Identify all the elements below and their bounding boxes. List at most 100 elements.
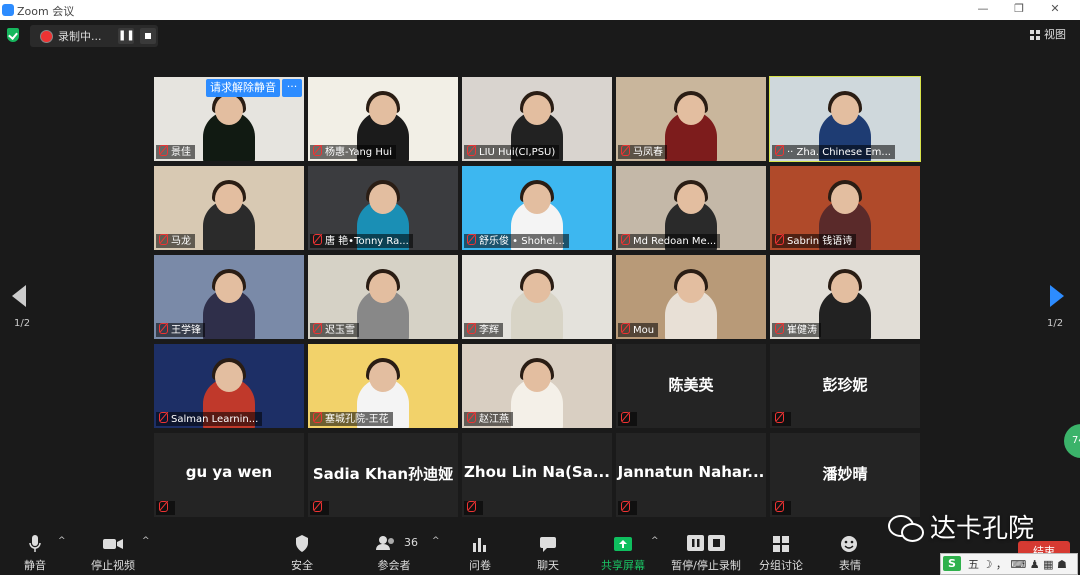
muted-mic-icon: [467, 145, 476, 156]
stop-recording-button[interactable]: [140, 28, 156, 44]
participant-face: [523, 362, 551, 392]
security-button[interactable]: 安全: [288, 534, 316, 573]
shield-icon: [288, 534, 316, 554]
maximize-button[interactable]: ❐: [1008, 1, 1030, 17]
participant-nametag: [772, 412, 791, 426]
participant-face: [523, 184, 551, 214]
pause-recording-button[interactable]: ❚❚: [118, 28, 135, 44]
participant-tile[interactable]: Md Redoan Me...: [616, 166, 766, 250]
muted-mic-icon: [313, 145, 322, 156]
muted-mic-icon: [467, 234, 476, 245]
smiley-icon: [836, 534, 864, 554]
participant-tile[interactable]: 崔健涛: [770, 255, 920, 339]
participant-tile[interactable]: 马龙: [154, 166, 304, 250]
reactions-button[interactable]: 表情: [836, 534, 864, 573]
participant-tile[interactable]: Sadia Khan孙迪娅: [308, 433, 458, 517]
security-label: 安全: [291, 559, 313, 572]
participant-face: [215, 184, 243, 214]
stop-video-button[interactable]: 停止视频: [90, 534, 136, 573]
participant-tile[interactable]: 杨惠-Yang Hui: [308, 77, 458, 161]
participant-tile[interactable]: Zhou Lin Na(Sa...: [462, 433, 612, 517]
participant-tile[interactable]: 陈美英: [616, 344, 766, 428]
muted-mic-icon: [313, 234, 322, 245]
participant-nametag: 崔健涛: [772, 323, 821, 337]
participant-face: [369, 273, 397, 303]
ime-toolbar[interactable]: S 五 ☽ ， ⌨ ♟ ▦ ☗: [940, 553, 1078, 575]
participant-face: [831, 273, 859, 303]
participants-options-caret-icon[interactable]: ^: [432, 536, 440, 546]
participant-name: 马凤春: [633, 147, 663, 158]
muted-mic-icon: [159, 145, 168, 156]
participant-tile[interactable]: 景佳 请求解除静音 ···: [154, 77, 304, 161]
participant-display-name: gu ya wen: [185, 463, 273, 481]
participant-tile[interactable]: Salman Learnin...: [154, 344, 304, 428]
microphone-icon: [20, 534, 50, 554]
polls-button[interactable]: 问卷: [466, 534, 494, 573]
breakout-rooms-button[interactable]: 分组讨论: [758, 534, 804, 573]
recording-indicator: 录制中... ❚❚: [30, 25, 158, 47]
participant-tile[interactable]: Sabrin 钱语诗: [770, 166, 920, 250]
muted-mic-icon: [621, 145, 630, 156]
participant-tile[interactable]: Jannatun Nahar...: [616, 433, 766, 517]
participant-tile[interactable]: 王学锋: [154, 255, 304, 339]
participant-tile[interactable]: 李辉: [462, 255, 612, 339]
participant-tile[interactable]: 塞城孔院-王花: [308, 344, 458, 428]
muted-mic-icon: [467, 501, 476, 512]
participant-face: [831, 184, 859, 214]
audio-options-caret-icon[interactable]: ^: [58, 536, 66, 546]
participants-count: 36: [404, 536, 418, 549]
participant-tile[interactable]: Mou: [616, 255, 766, 339]
share-options-caret-icon[interactable]: ^: [651, 536, 659, 546]
close-button[interactable]: ✕: [1044, 1, 1066, 17]
participant-nametag: [310, 501, 329, 515]
participant-face: [523, 273, 551, 303]
participant-face: [369, 184, 397, 214]
request-unmute-button[interactable]: 请求解除静音: [206, 79, 280, 97]
minimize-button[interactable]: —: [972, 1, 994, 17]
reactions-label: 表情: [839, 559, 861, 572]
video-options-caret-icon[interactable]: ^: [142, 536, 150, 546]
participant-name: 迟玉雪: [325, 325, 355, 336]
participant-name: 景佳: [171, 147, 191, 158]
page-indicator-left: 1/2: [14, 318, 31, 329]
security-shield-icon[interactable]: [7, 28, 19, 42]
record-dot-icon: [40, 30, 53, 43]
muted-mic-icon: [621, 323, 630, 334]
breakout-rooms-icon: [758, 534, 804, 554]
participant-name: 舒乐俊 • Shohel...: [479, 236, 565, 247]
next-page-icon[interactable]: [1050, 285, 1064, 307]
muted-mic-icon: [775, 234, 784, 245]
participant-tile[interactable]: LIU Hui(CI,PSU): [462, 77, 612, 161]
chat-button[interactable]: 聊天: [534, 534, 562, 573]
participant-tile[interactable]: 潘妙晴: [770, 433, 920, 517]
watermark-text: 达卡孔院: [930, 514, 1035, 544]
participant-tile[interactable]: gu ya wen: [154, 433, 304, 517]
participant-tile[interactable]: 彭珍妮: [770, 344, 920, 428]
participant-nametag: 景佳: [156, 145, 195, 159]
participant-nametag: [618, 412, 637, 426]
participant-tile[interactable]: 舒乐俊 • Shohel...: [462, 166, 612, 250]
participant-tile[interactable]: 唐 艳•Tonny Ra...: [308, 166, 458, 250]
share-screen-button[interactable]: 共享屏幕: [598, 534, 648, 573]
participant-nametag: 李辉: [464, 323, 503, 337]
page-indicator-right: 1/2: [1047, 318, 1064, 329]
participant-nametag: [772, 501, 791, 515]
pause-stop-recording-button[interactable]: 暂停/停止录制: [670, 534, 742, 573]
wechat-icon: [888, 515, 924, 542]
stop-video-label: 停止视频: [91, 559, 135, 572]
previous-page-icon[interactable]: [12, 285, 26, 307]
participant-nametag: 杨惠-Yang Hui: [310, 145, 396, 159]
participant-nametag: 塞城孔院-王花: [310, 412, 393, 426]
muted-mic-icon: [313, 501, 322, 512]
participant-tile[interactable]: 马凤春: [616, 77, 766, 161]
participants-button[interactable]: 36 参会者: [372, 534, 418, 573]
participant-face: [523, 95, 551, 125]
participant-tile[interactable]: 迟玉雪: [308, 255, 458, 339]
floating-badge[interactable]: 74: [1064, 424, 1080, 458]
mute-button[interactable]: 静音: [20, 534, 50, 573]
participant-tile[interactable]: 赵江燕: [462, 344, 612, 428]
more-options-button[interactable]: ···: [282, 79, 302, 97]
view-button[interactable]: 视图: [1030, 26, 1066, 42]
participant-nametag: [156, 501, 175, 515]
participant-tile[interactable]: ·· Zha. Chinese Em...: [769, 76, 921, 162]
